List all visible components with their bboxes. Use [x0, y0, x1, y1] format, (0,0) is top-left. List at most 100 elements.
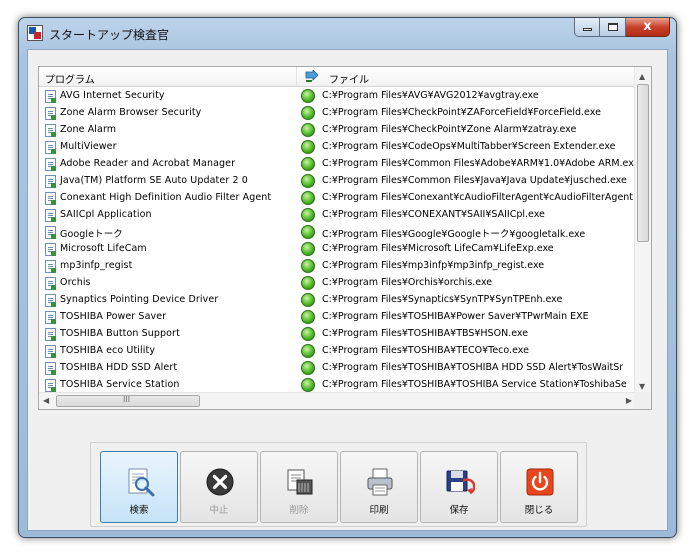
- table-row[interactable]: MultiViewer C:¥Program Files¥CodeOps¥Mult…: [39, 139, 636, 156]
- file-path: C:¥Program Files¥Conexant¥cAudioFilterAg…: [322, 192, 634, 203]
- app-icon[interactable]: [27, 25, 43, 41]
- maximize-button[interactable]: [600, 18, 626, 37]
- table-row[interactable]: Adobe Reader and Acrobat Manager C:¥Progr…: [39, 156, 636, 173]
- stop-button[interactable]: 中止: [180, 451, 258, 523]
- column-divider[interactable]: [296, 67, 297, 86]
- program-name: Adobe Reader and Acrobat Manager: [60, 158, 236, 169]
- list-rows: AVG Internet Security C:¥Program Files¥AV…: [39, 88, 636, 394]
- startup-list[interactable]: プログラム ファイル AVG Internet Security C:¥Progr…: [38, 66, 652, 410]
- horizontal-scroll-thumb[interactable]: III: [56, 395, 200, 407]
- program-file-icon: [45, 260, 56, 273]
- program-name: MultiViewer: [60, 141, 117, 152]
- print-button[interactable]: 印刷: [340, 451, 418, 523]
- app-window: スタートアップ検査官 x プログラム ファイル AVG Internet Sec…: [18, 17, 677, 538]
- table-row[interactable]: Googleトーク C:¥Program Files¥Google¥Googleト…: [39, 224, 636, 241]
- status-ok-icon: [301, 106, 315, 120]
- table-row[interactable]: Microsoft LifeCam C:¥Program Files¥Micros…: [39, 241, 636, 258]
- table-row[interactable]: Conexant High Definition Audio Filter Ag…: [39, 190, 636, 207]
- table-row[interactable]: TOSHIBA Button Support C:¥Program Files¥T…: [39, 326, 636, 343]
- program-file-icon: [45, 294, 56, 307]
- program-file-icon: [45, 192, 56, 205]
- table-row[interactable]: SAIICpl Application C:¥Program Files¥CONE…: [39, 207, 636, 224]
- list-header: プログラム ファイル: [39, 67, 636, 87]
- search-icon: [128, 468, 155, 497]
- program-name: AVG Internet Security: [60, 90, 165, 101]
- table-row[interactable]: Zone Alarm Browser Security C:¥Program Fi…: [39, 105, 636, 122]
- power-icon: [526, 468, 554, 496]
- table-row[interactable]: AVG Internet Security C:¥Program Files¥AV…: [39, 88, 636, 105]
- table-row[interactable]: Java(TM) Platform SE Auto Updater 2 0 C:¥…: [39, 173, 636, 190]
- program-file-icon: [45, 362, 56, 375]
- scroll-up-icon[interactable]: ▲: [639, 72, 645, 81]
- program-name: TOSHIBA Service Station: [60, 379, 180, 390]
- file-path: C:¥Program Files¥TOSHIBA¥TOSHIBA HDD SSD…: [322, 362, 624, 373]
- button-toolbar: 検索 中止 削除 印刷 保存 閉じる: [90, 442, 587, 527]
- status-ok-icon: [301, 259, 315, 273]
- program-file-icon: [45, 124, 56, 137]
- minimize-button[interactable]: [574, 18, 600, 37]
- window-title: スタートアップ検査官: [49, 28, 170, 42]
- program-name: TOSHIBA Power Saver: [60, 311, 167, 322]
- status-ok-icon: [301, 293, 315, 307]
- file-path: C:¥Program Files¥CheckPoint¥ZAForceField…: [322, 107, 601, 118]
- close-button[interactable]: 閉じる: [500, 451, 578, 523]
- program-file-icon: [45, 158, 56, 171]
- program-file-icon: [45, 277, 56, 290]
- status-ok-icon: [301, 89, 315, 103]
- file-path: C:¥Program Files¥Google¥Googleトーク¥google…: [322, 229, 586, 240]
- table-row[interactable]: TOSHIBA eco Utility C:¥Program Files¥TOSH…: [39, 343, 636, 360]
- title-bar[interactable]: スタートアップ検査官 x: [19, 18, 676, 50]
- file-path: C:¥Program Files¥CONEXANT¥SAII¥SAIICpl.e…: [322, 209, 545, 220]
- program-name: SAIICpl Application: [60, 209, 152, 220]
- column-header-program[interactable]: プログラム: [45, 71, 95, 86]
- close-icon: x: [643, 19, 652, 34]
- search-button-label: 検索: [129, 505, 149, 516]
- file-path: C:¥Program Files¥TOSHIBA¥TBS¥HSON.exe: [322, 328, 529, 339]
- table-row[interactable]: TOSHIBA HDD SSD Alert C:¥Program Files¥TO…: [39, 360, 636, 377]
- save-button[interactable]: 保存: [420, 451, 498, 523]
- close-button-label: 閉じる: [524, 505, 554, 516]
- save-button-label: 保存: [449, 505, 469, 516]
- file-path: C:¥Program Files¥TOSHIBA¥TOSHIBA Service…: [322, 379, 627, 390]
- delete-icon: [287, 469, 313, 495]
- file-path: C:¥Program Files¥CheckPoint¥Zone Alarm¥z…: [322, 124, 577, 135]
- vertical-scrollbar[interactable]: ▲ ▼: [634, 67, 651, 394]
- scroll-corner: [634, 392, 651, 409]
- program-name: TOSHIBA Button Support: [60, 328, 180, 339]
- search-button[interactable]: 検索: [100, 451, 178, 523]
- program-name: Googleトーク: [60, 229, 123, 240]
- status-ok-icon: [301, 378, 315, 392]
- scroll-left-icon[interactable]: ◀: [43, 396, 49, 405]
- column-header-file[interactable]: ファイル: [329, 71, 369, 86]
- client-area: プログラム ファイル AVG Internet Security C:¥Progr…: [27, 49, 668, 531]
- program-name: Orchis: [60, 277, 91, 288]
- program-name: Microsoft LifeCam: [60, 243, 147, 254]
- stop-button-label: 中止: [209, 505, 229, 516]
- vertical-scroll-thumb[interactable]: [637, 84, 649, 242]
- file-path: C:¥Program Files¥AVG¥AVG2012¥avgtray.exe: [322, 90, 539, 101]
- delete-button[interactable]: 削除: [260, 451, 338, 523]
- table-row[interactable]: TOSHIBA Power Saver C:¥Program Files¥TOSH…: [39, 309, 636, 326]
- file-path: C:¥Program Files¥mp3infp¥mp3infp_regist.…: [322, 260, 545, 271]
- table-row[interactable]: Orchis C:¥Program Files¥Orchis¥orchis.exe: [39, 275, 636, 292]
- program-file-icon: [45, 328, 56, 341]
- scroll-down-icon[interactable]: ▼: [639, 382, 645, 391]
- program-name: TOSHIBA HDD SSD Alert: [60, 362, 178, 373]
- file-path: C:¥Program Files¥Synaptics¥SynTP¥SynTPEn…: [322, 294, 563, 305]
- table-row[interactable]: Synaptics Pointing Device Driver C:¥Progr…: [39, 292, 636, 309]
- table-row[interactable]: Zone Alarm C:¥Program Files¥CheckPoint¥Zo…: [39, 122, 636, 139]
- close-window-button[interactable]: x: [626, 18, 670, 37]
- delete-button-label: 削除: [289, 505, 309, 516]
- status-ok-icon: [301, 191, 315, 205]
- program-name: Zone Alarm Browser Security: [60, 107, 202, 118]
- status-ok-icon: [301, 242, 315, 256]
- program-file-icon: [45, 311, 56, 324]
- table-row[interactable]: mp3infp_regist C:¥Program Files¥mp3infp¥m…: [39, 258, 636, 275]
- file-path: C:¥Program Files¥Orchis¥orchis.exe: [322, 277, 493, 288]
- program-file-icon: [45, 243, 56, 256]
- horizontal-scrollbar[interactable]: ◀ III ▶: [39, 392, 636, 409]
- program-name: Conexant High Definition Audio Filter Ag…: [60, 192, 272, 203]
- program-file-icon: [45, 141, 56, 154]
- scroll-right-icon[interactable]: ▶: [626, 396, 632, 405]
- program-name: Java(TM) Platform SE Auto Updater 2 0: [60, 175, 248, 186]
